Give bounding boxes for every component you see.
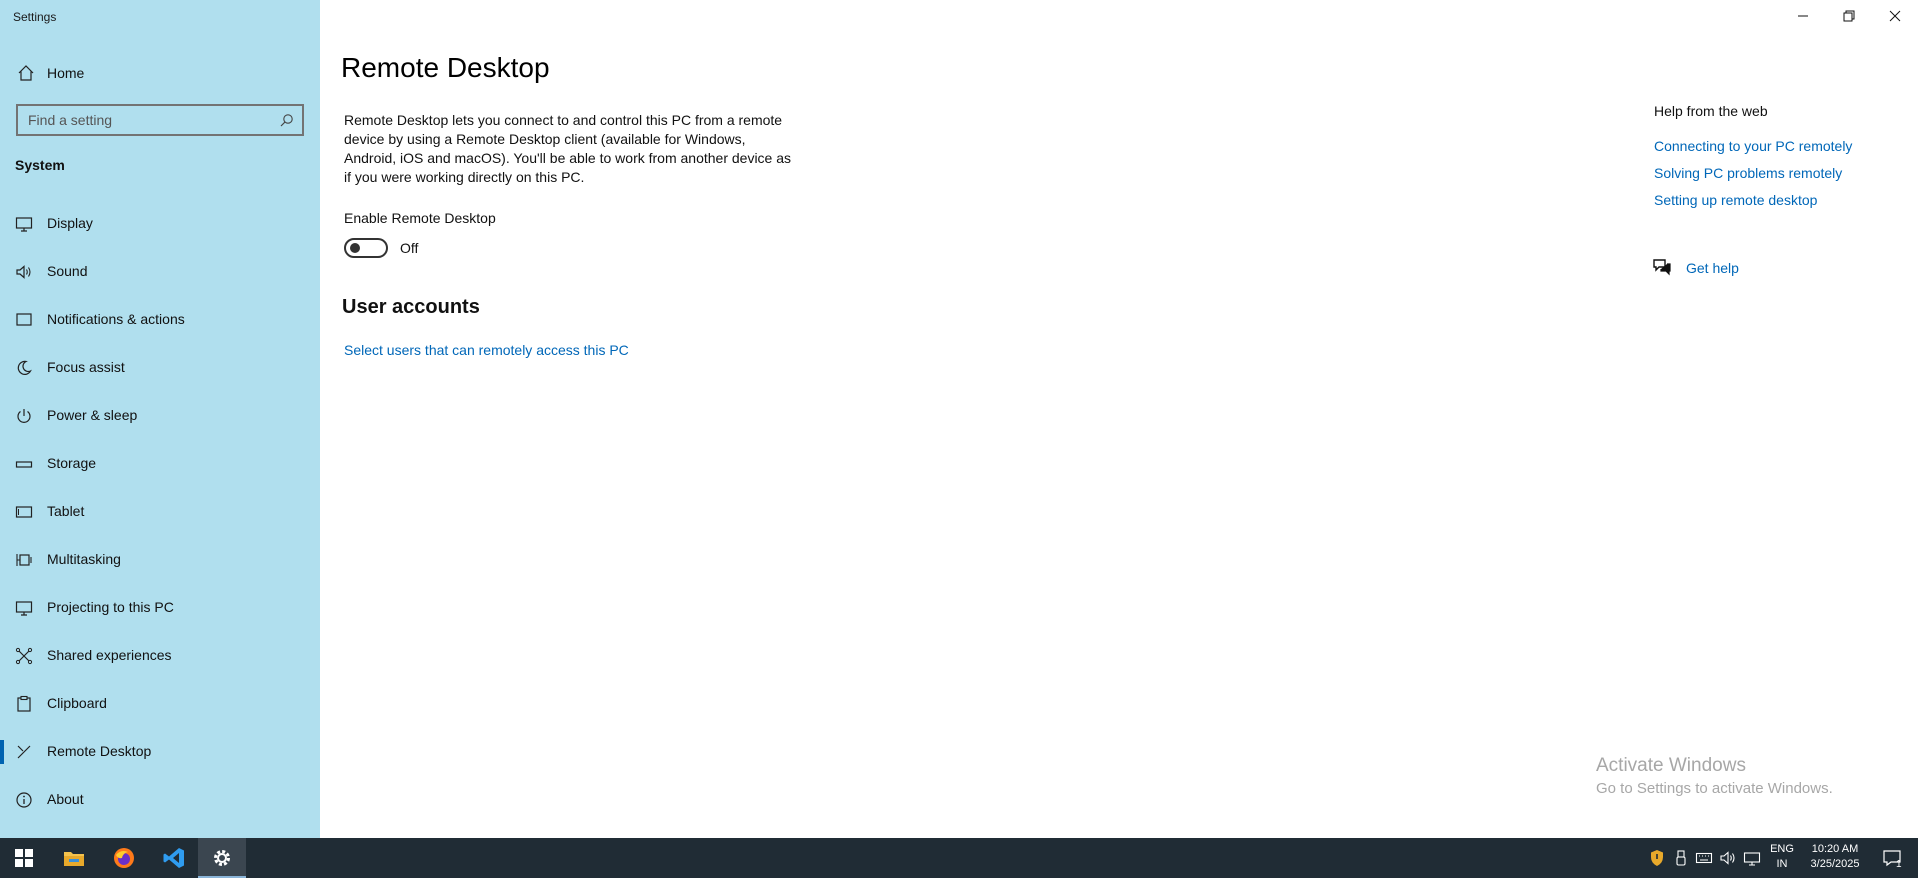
home-button[interactable]: Home [0,60,320,86]
notification-icon [16,313,32,326]
select-users-link[interactable]: Select users that can remotely access th… [344,342,629,358]
action-center-button[interactable]: 1 [1872,838,1912,878]
toggle-knob [350,243,360,253]
network-icon[interactable] [1743,849,1761,867]
security-warning-icon[interactable] [1648,849,1666,867]
sidebar-item-label: Display [47,215,93,231]
taskbar-file-explorer[interactable] [50,838,98,878]
sidebar-item-label: Clipboard [47,695,107,711]
sidebar-item-label: Projecting to this PC [47,599,174,615]
activation-watermark-title: Activate Windows [1596,755,1746,776]
sidebar-item-label: Focus assist [47,359,125,375]
start-button[interactable] [0,838,48,878]
sidebar: Settings Home System Display Sound Notif… [0,0,320,838]
projector-icon [15,601,33,616]
section-heading: System [15,157,65,173]
search-input[interactable] [28,106,268,134]
taskbar: ENG IN 10:20 AM 3/25/2025 1 [0,838,1918,878]
sidebar-item-tablet[interactable]: Tablet [0,490,320,534]
clock-date: 3/25/2025 [1810,858,1860,870]
search-icon[interactable] [280,113,294,127]
minimize-icon [1798,15,1808,17]
toggle-state-text: Off [400,240,419,256]
chat-help-icon[interactable] [1652,257,1672,277]
enable-remote-desktop-label: Enable Remote Desktop [344,210,496,226]
keyboard-icon[interactable] [1695,849,1713,867]
storage-icon [15,461,33,468]
file-explorer-icon [64,852,84,866]
usb-device-icon[interactable] [1672,849,1690,867]
close-icon [1889,10,1901,22]
shared-icon [15,647,33,665]
moon-icon [17,360,32,375]
multitasking-icon [16,554,32,566]
help-link-connecting[interactable]: Connecting to your PC remotely [1654,138,1852,154]
power-icon [17,409,31,423]
page-title: Remote Desktop [341,52,550,83]
restore-icon [1843,10,1855,22]
search-box[interactable] [16,104,304,136]
monitor-icon [15,217,33,232]
sidebar-item-notifications[interactable]: Notifications & actions [0,298,320,342]
notification-count-badge: 1 [1896,859,1902,870]
sidebar-item-display[interactable]: Display [0,202,320,246]
taskbar-firefox[interactable] [100,838,148,878]
sidebar-item-about[interactable]: About [0,778,320,822]
sidebar-item-label: Notifications & actions [47,311,185,327]
info-icon [16,792,32,808]
start-icon [15,849,33,867]
taskbar-vscode[interactable] [150,838,198,878]
sidebar-item-projecting[interactable]: Projecting to this PC [0,586,320,630]
sidebar-item-multitasking[interactable]: Multitasking [0,538,320,582]
sidebar-item-focus-assist[interactable]: Focus assist [0,346,320,390]
taskbar-settings[interactable] [198,838,246,878]
app-title: Settings [13,10,57,24]
sidebar-item-storage[interactable]: Storage [0,442,320,486]
help-link-solving[interactable]: Solving PC problems remotely [1654,165,1842,181]
sidebar-item-sound[interactable]: Sound [0,250,320,294]
enable-remote-desktop-toggle[interactable] [344,238,388,258]
clock-time: 10:20 AM [1811,843,1859,855]
sidebar-item-label: Multitasking [47,551,121,567]
clipboard-icon [17,695,31,712]
home-icon [18,65,34,81]
sidebar-item-label: Tablet [47,503,85,519]
home-label: Home [47,65,85,81]
get-help-link[interactable]: Get help [1686,260,1739,276]
speaker-icon [16,265,31,279]
minimize-button[interactable] [1780,0,1826,32]
sidebar-item-clipboard[interactable]: Clipboard [0,682,320,726]
sidebar-item-power-sleep[interactable]: Power & sleep [0,394,320,438]
sidebar-item-shared-experiences[interactable]: Shared experiences [0,634,320,678]
language-code: ENG [1770,843,1794,855]
activation-watermark-subtitle: Go to Settings to activate Windows. [1596,780,1833,797]
sidebar-item-label: Shared experiences [47,647,172,663]
help-link-setup[interactable]: Setting up remote desktop [1654,192,1817,208]
help-heading: Help from the web [1654,103,1768,119]
sidebar-item-label: Sound [47,263,88,279]
remote-desktop-description: Remote Desktop lets you connect to and c… [344,112,792,185]
tablet-icon [15,506,33,518]
region-code: IN [1776,858,1788,870]
settings-icon [214,850,230,866]
sidebar-item-label: Remote Desktop [47,743,152,759]
language-indicator[interactable]: ENG IN [1768,842,1796,872]
sidebar-item-label: Power & sleep [47,407,138,423]
clock[interactable]: 10:20 AM 3/25/2025 [1800,842,1870,872]
volume-icon[interactable] [1719,849,1737,867]
remote-desktop-icon [17,745,31,759]
sidebar-item-remote-desktop[interactable]: Remote Desktop [0,730,320,774]
sidebar-item-label: About [47,791,84,807]
user-accounts-heading: User accounts [342,296,480,318]
close-button[interactable] [1872,0,1918,32]
restore-button[interactable] [1826,0,1872,32]
vscode-icon [163,848,184,868]
sidebar-item-label: Storage [47,455,97,471]
firefox-icon [114,848,134,868]
